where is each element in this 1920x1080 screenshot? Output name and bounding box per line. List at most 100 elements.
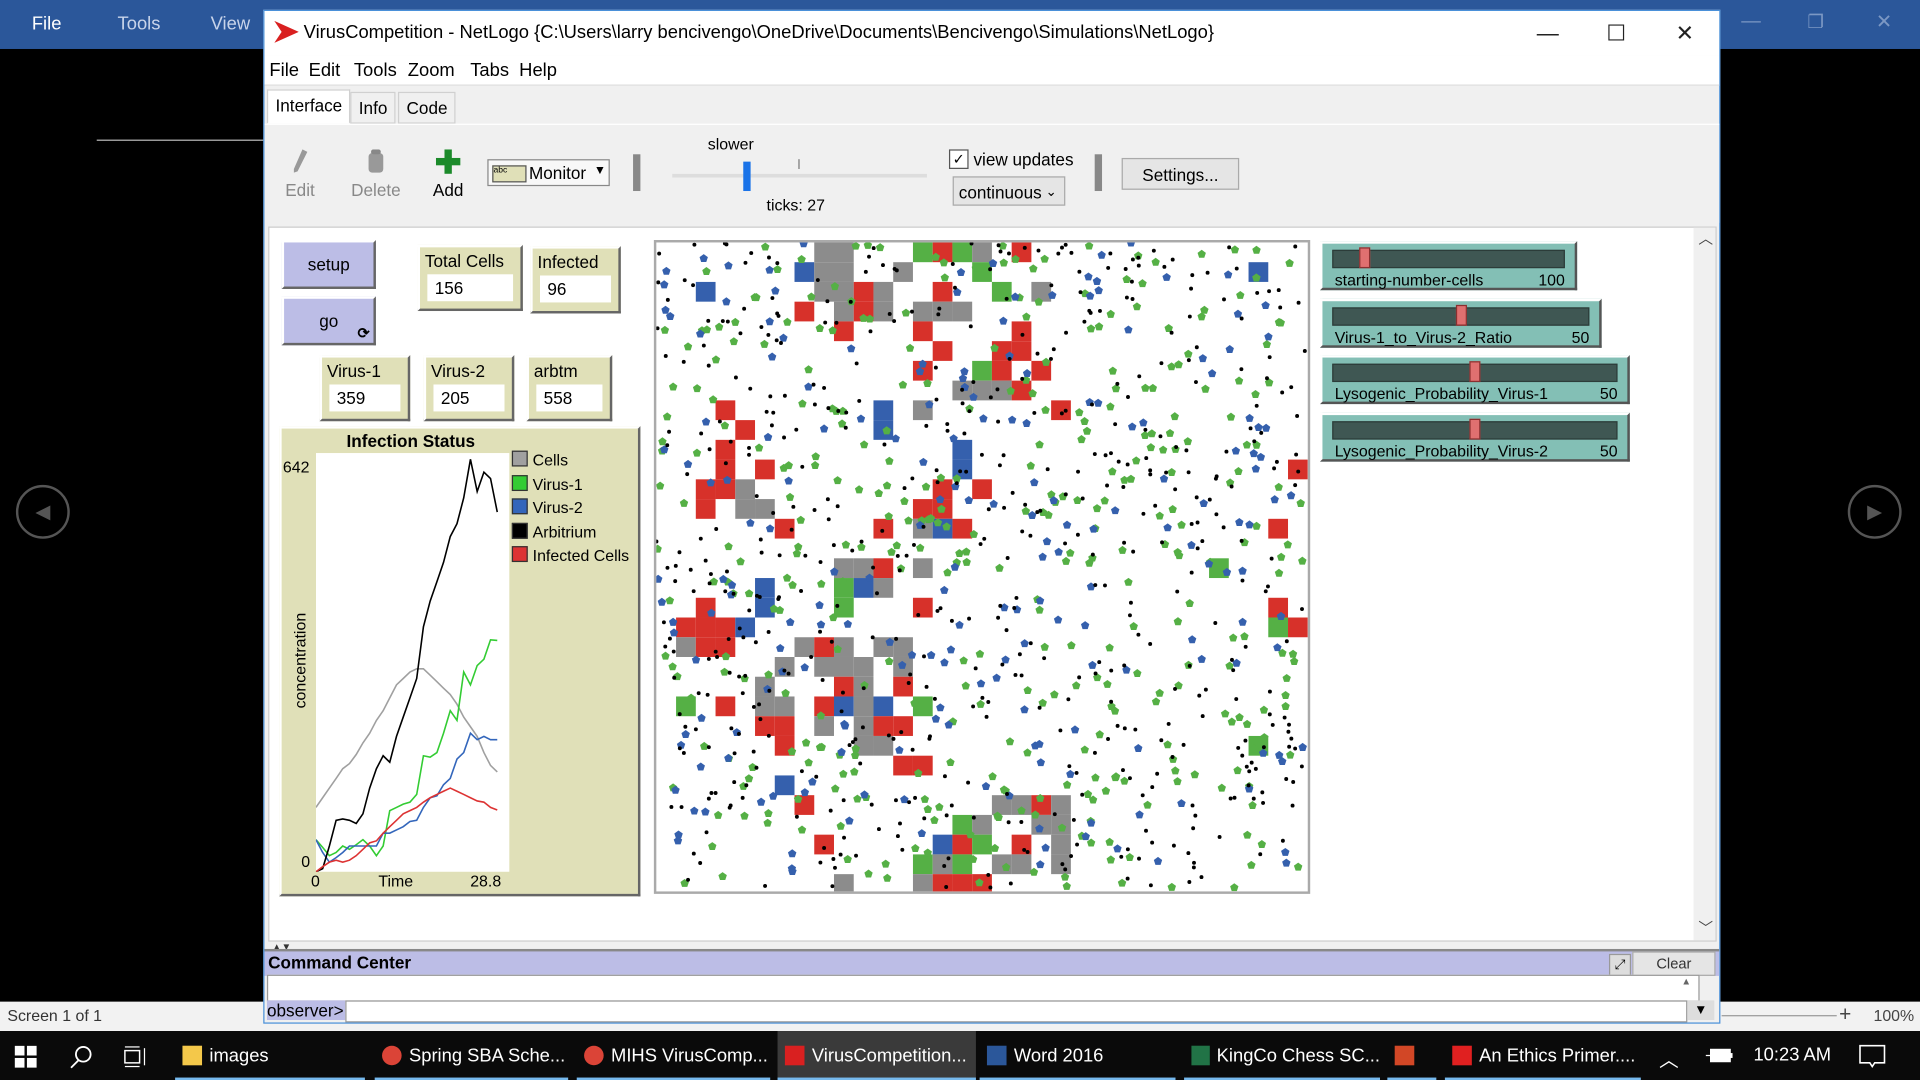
slider-lysogenic-virus-1[interactable]: Lysogenic_Probability_Virus-1 50 <box>1320 355 1630 405</box>
arbitrium-agent <box>900 847 905 852</box>
virus-1-agent <box>900 496 909 505</box>
zoom-in-icon[interactable]: + <box>1839 1003 1851 1027</box>
taskbar-item-images[interactable]: images <box>175 1031 365 1080</box>
delete-button[interactable]: Delete <box>345 149 406 200</box>
virus-1-agent <box>1248 801 1257 810</box>
clock[interactable]: 10:23 AM <box>1753 1044 1831 1065</box>
virus-2-agent <box>696 762 705 771</box>
close-button[interactable]: ✕ <box>1651 11 1720 55</box>
slider-thumb[interactable] <box>1469 418 1481 440</box>
bg-restore-icon[interactable]: ❐ <box>1807 11 1823 33</box>
observer-prompt[interactable]: observer> <box>266 1000 346 1021</box>
taskbar-item-word-2016[interactable]: Word 2016 <box>979 1031 1176 1080</box>
world-canvas[interactable] <box>653 238 1308 894</box>
slider-thumb[interactable] <box>1469 361 1481 383</box>
virus-1-agent <box>1260 733 1269 742</box>
arbitrium-agent <box>1239 367 1244 372</box>
bg-close-icon[interactable]: ✕ <box>1876 10 1892 34</box>
arbitrium-agent <box>1148 468 1153 473</box>
arbitrium-agent <box>1187 314 1192 319</box>
search-icon[interactable] <box>69 1044 93 1069</box>
taskbar-item-spring-sba-sche[interactable]: Spring SBA Sche... <box>374 1031 569 1080</box>
arbitrium-agent <box>1049 356 1053 361</box>
taskbar-item-powerpoint-icon[interactable] <box>1387 1031 1437 1080</box>
virus-2-agent <box>1041 843 1050 852</box>
taskbar-item-an-ethics-primer[interactable]: An Ethics Primer.... <box>1444 1031 1641 1080</box>
add-button[interactable]: Add <box>418 149 479 200</box>
patch <box>873 281 894 302</box>
command-history-dropdown[interactable]: ▼ <box>1687 1000 1715 1021</box>
maximize-button[interactable]: ☐ <box>1582 11 1651 55</box>
expand-icon[interactable]: ⤢ <box>1608 953 1632 976</box>
previous-page-button[interactable]: ◀ <box>15 484 70 539</box>
clear-button[interactable]: Clear <box>1632 951 1716 976</box>
menu-tabs[interactable]: Tabs <box>470 60 509 81</box>
task-view-icon[interactable] <box>122 1044 146 1068</box>
bg-menu-view[interactable]: View <box>211 13 250 34</box>
scroll-up-icon[interactable]: ︿ <box>1698 228 1713 249</box>
virus-1-agent <box>1061 556 1071 565</box>
slider-thumb[interactable] <box>1358 247 1370 269</box>
menu-zoom[interactable]: Zoom <box>408 60 455 81</box>
minimize-icon: — <box>1536 20 1559 45</box>
widget-type-dropdown[interactable]: abc Monitor ▼ <box>487 159 610 187</box>
menu-tools[interactable]: Tools <box>354 60 397 81</box>
speed-slider-thumb[interactable] <box>743 161 751 192</box>
slider-lysogenic-virus-2[interactable]: Lysogenic_Probability_Virus-2 50 <box>1320 412 1630 462</box>
bg-minimize-icon[interactable]: — <box>1741 11 1761 33</box>
menu-help[interactable]: Help <box>519 60 557 81</box>
slider-starting-number-cells[interactable]: starting-number-cells 100 <box>1320 241 1578 291</box>
virus-2-agent <box>779 333 788 342</box>
virus-1-agent <box>754 443 764 452</box>
arbitrium-agent <box>1194 380 1198 385</box>
virus-1-agent <box>1120 475 1129 484</box>
window-titlebar[interactable]: VirusCompetition - NetLogo {C:\Users\lar… <box>264 11 1720 56</box>
next-page-button[interactable]: ▶ <box>1847 484 1902 539</box>
arbitrium-agent <box>669 804 674 809</box>
arbitrium-agent <box>1064 330 1069 335</box>
virus-1-agent <box>1129 622 1138 631</box>
setup-button[interactable]: setup <box>281 240 376 289</box>
legend-swatch <box>511 546 528 563</box>
taskbar-item-kingco-chess-sc[interactable]: KingCo Chess SC... <box>1184 1031 1381 1080</box>
update-mode-dropdown[interactable]: continuous ⌄ <box>952 176 1066 206</box>
arbitrium-agent <box>1022 847 1027 852</box>
virus-1-agent <box>1170 412 1179 421</box>
go-button[interactable]: go ⟳ <box>281 296 376 346</box>
interface-scrollbar[interactable]: ︿ ﹀ <box>1693 227 1716 941</box>
tab-interface[interactable]: Interface <box>266 89 351 124</box>
taskbar-item-viruscompetition[interactable]: VirusCompetition... <box>777 1031 976 1080</box>
zoom-slider-track[interactable] <box>1721 1015 1837 1017</box>
patch <box>1288 459 1308 480</box>
slider-virus-ratio[interactable]: Virus-1_to_Virus-2_Ratio 50 <box>1320 298 1602 348</box>
command-input[interactable] <box>345 1000 1688 1023</box>
minimize-button[interactable]: — <box>1513 11 1582 55</box>
monitor-total-cells: Total Cells 156 <box>417 244 523 312</box>
menu-file[interactable]: File <box>269 60 299 81</box>
tab-code[interactable]: Code <box>397 91 457 124</box>
arbitrium-agent <box>672 675 677 680</box>
taskbar-item-mihs-viruscomp[interactable]: MIHS VirusComp... <box>576 1031 771 1080</box>
output-scroll-up-icon[interactable]: ▲ <box>1681 976 1691 987</box>
slider-thumb[interactable] <box>1455 304 1467 326</box>
view-updates-checkbox[interactable]: ✓ <box>948 149 969 169</box>
tray-chevron-icon[interactable]: ︿ <box>1659 1043 1679 1072</box>
virus-2-agent <box>1282 858 1291 867</box>
scroll-down-icon[interactable]: ﹀ <box>1698 917 1713 938</box>
arbitrium-agent <box>1133 727 1138 732</box>
speed-slider-track[interactable] <box>672 173 927 178</box>
menu-edit[interactable]: Edit <box>309 60 341 81</box>
bg-menu-file[interactable]: File <box>32 13 62 34</box>
edit-button[interactable]: Edit <box>269 149 330 200</box>
virus-1-agent <box>1062 780 1072 789</box>
arbitrium-agent <box>754 765 759 770</box>
bg-menu-tools[interactable]: Tools <box>118 13 161 34</box>
action-center-icon[interactable] <box>1859 1044 1886 1068</box>
arbitrium-agent <box>967 616 972 621</box>
battery-icon[interactable] <box>1705 1048 1733 1063</box>
settings-button[interactable]: Settings... <box>1121 157 1240 190</box>
tab-info[interactable]: Info <box>350 91 396 124</box>
arbitrium-agent <box>671 649 676 654</box>
windows-start-icon[interactable] <box>14 1045 37 1068</box>
world-view[interactable] <box>653 238 1311 894</box>
